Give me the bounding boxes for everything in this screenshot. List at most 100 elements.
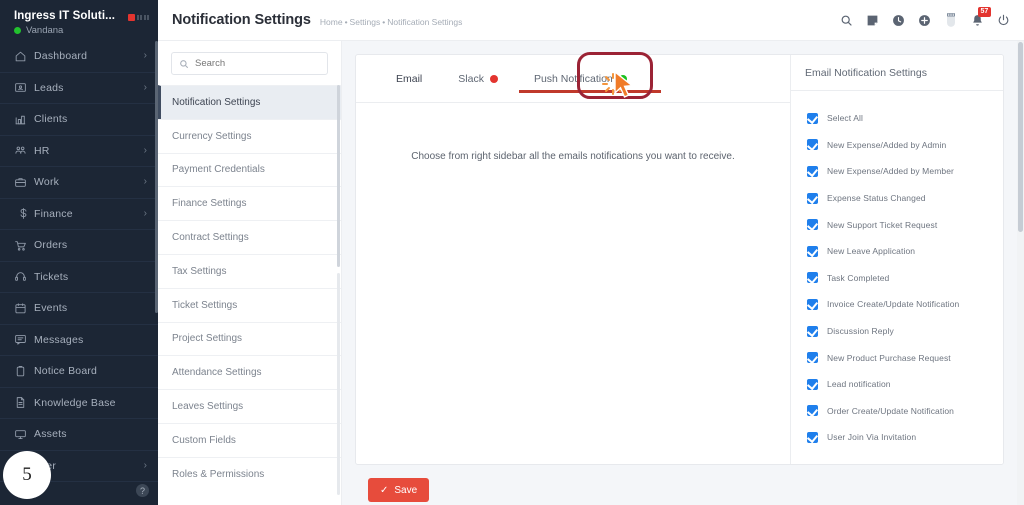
- sidebar-item-orders[interactable]: Orders: [0, 230, 158, 262]
- settings-menu-item-custom-fields[interactable]: Custom Fields: [158, 422, 341, 457]
- settings-scrollbar-track[interactable]: [337, 273, 340, 495]
- sidebar-item-label: Messages: [34, 333, 84, 346]
- sidebar-item-label: Knowledge Base: [34, 396, 116, 409]
- checkbox-checked-icon[interactable]: [807, 298, 818, 310]
- settings-menu-item-label: Ticket Settings: [172, 299, 238, 311]
- sidebar-item-clients[interactable]: Clients: [0, 104, 158, 136]
- sidebar-item-dashboard[interactable]: Dashboard ›: [0, 41, 158, 73]
- tab-slack[interactable]: Slack: [440, 55, 516, 103]
- save-row: ✓ Save: [355, 465, 1004, 502]
- calendar-icon: [14, 302, 34, 315]
- search-input[interactable]: [195, 58, 327, 69]
- notification-settings-card: Email Slack Push Notification Choose from …: [355, 54, 1004, 465]
- sidebar-item-hr[interactable]: HR ›: [0, 136, 158, 167]
- sidebar-item-assets[interactable]: Assets: [0, 419, 158, 451]
- notification-option-row[interactable]: Invoice Create/Update Notification: [791, 291, 1003, 318]
- sidebar-item-label: HR: [34, 144, 50, 157]
- gift-icon[interactable]: [944, 12, 958, 28]
- power-icon[interactable]: [997, 14, 1010, 27]
- settings-menu-item-leaves-settings[interactable]: Leaves Settings: [158, 389, 341, 423]
- settings-search-wrap: [158, 41, 341, 85]
- notification-option-label: Task Completed: [827, 272, 890, 283]
- sidebar-item-leads[interactable]: Leads ›: [0, 73, 158, 104]
- sidebar-item-messages[interactable]: Messages: [0, 325, 158, 356]
- sidebar-item-finance[interactable]: Finance ›: [0, 199, 158, 230]
- settings-menu-item-finance-settings[interactable]: Finance Settings: [158, 186, 341, 220]
- settings-menu-item-label: Currency Settings: [172, 130, 252, 142]
- notification-option-row[interactable]: Task Completed: [791, 265, 1003, 292]
- sidebar-item-notice-board[interactable]: Notice Board: [0, 356, 158, 388]
- topbar-actions: 57: [840, 6, 1010, 28]
- checkbox-checked-icon[interactable]: [807, 325, 818, 337]
- clock-icon[interactable]: [892, 14, 905, 27]
- settings-menu-item-currency-settings[interactable]: Currency Settings: [158, 118, 341, 153]
- settings-menu-item-payment-credentials[interactable]: Payment Credentials: [158, 152, 341, 187]
- notification-option-row[interactable]: New Expense/Added by Member: [791, 158, 1003, 185]
- sidebar-item-label: Orders: [34, 239, 68, 252]
- sidebar-item-knowledge-base[interactable]: Knowledge Base: [0, 388, 158, 419]
- help-icon[interactable]: ?: [136, 484, 149, 497]
- sidebar-item-tickets[interactable]: Tickets: [0, 262, 158, 293]
- page-scrollbar-thumb[interactable]: [1018, 42, 1023, 232]
- email-notification-panel: Email Notification Settings Select All Ne…: [790, 55, 1003, 464]
- save-button[interactable]: ✓ Save: [368, 478, 430, 502]
- dollar-icon: [14, 207, 34, 220]
- checkbox-checked-icon[interactable]: [807, 272, 818, 284]
- checkbox-checked-icon[interactable]: [807, 378, 818, 390]
- settings-menu-item-ticket-settings[interactable]: Ticket Settings: [158, 287, 341, 322]
- topbar: Notification Settings Home • Settings • Noti…: [158, 0, 1024, 41]
- notification-option-row[interactable]: New Expense/Added by Admin: [791, 132, 1003, 159]
- notification-option-row[interactable]: New Leave Application: [791, 238, 1003, 265]
- settings-search-box[interactable]: [171, 52, 328, 75]
- sidebar-item-label: Finance: [34, 207, 73, 220]
- tab-push-notification[interactable]: Push Notification: [516, 55, 645, 103]
- checkbox-checked-icon[interactable]: [807, 431, 818, 443]
- notification-option-row[interactable]: Expense Status Changed: [791, 185, 1003, 212]
- sidebar-item-work[interactable]: Work ›: [0, 167, 158, 199]
- tab-label: Push Notification: [533, 72, 613, 85]
- empty-state-hint: Choose from right sidebar all the emails…: [411, 151, 735, 162]
- user-name: Vandana: [26, 25, 64, 36]
- checkbox-checked-icon[interactable]: [807, 405, 818, 417]
- settings-menu-item-roles-permissions[interactable]: Roles & Permissions: [158, 456, 341, 491]
- note-icon[interactable]: [866, 14, 879, 27]
- settings-menu-item-label: Roles & Permissions: [172, 468, 265, 480]
- sidebar-brand[interactable]: Ingress IT Soluti... Vandana: [0, 0, 158, 41]
- bell-icon[interactable]: 57: [971, 6, 991, 27]
- notification-option-row[interactable]: Select All: [791, 105, 1003, 132]
- checkbox-checked-icon[interactable]: [807, 165, 818, 177]
- checkbox-checked-icon[interactable]: [807, 192, 818, 204]
- notification-option-row[interactable]: New Support Ticket Request: [791, 211, 1003, 238]
- breadcrumb-separator: •: [344, 16, 348, 27]
- settings-menu-item-project-settings[interactable]: Project Settings: [158, 321, 341, 356]
- breadcrumb-item[interactable]: Home: [320, 17, 343, 27]
- search-icon[interactable]: [840, 14, 853, 27]
- notification-option-row[interactable]: Discussion Reply: [791, 318, 1003, 345]
- settings-menu-item-tax-settings[interactable]: Tax Settings: [158, 253, 341, 288]
- notification-option-row[interactable]: Order Create/Update Notification: [791, 398, 1003, 425]
- home-icon: [14, 50, 34, 63]
- brand-logo-icon: [127, 14, 149, 21]
- checkbox-checked-icon[interactable]: [807, 245, 818, 257]
- settings-scrollbar-thumb[interactable]: [337, 85, 340, 267]
- checkbox-checked-icon[interactable]: [807, 352, 818, 364]
- users-icon: [14, 144, 34, 157]
- settings-menu-item-label: Tax Settings: [172, 265, 227, 277]
- settings-menu-item-attendance-settings[interactable]: Attendance Settings: [158, 355, 341, 389]
- settings-menu-item-notification-settings[interactable]: Notification Settings: [158, 85, 341, 119]
- notification-option-row[interactable]: Lead notification: [791, 371, 1003, 398]
- sidebar-item-label: Clients: [34, 113, 68, 126]
- notification-option-row[interactable]: User Join Via Invitation: [791, 424, 1003, 451]
- online-status-icon: [14, 27, 21, 34]
- checkbox-checked-icon[interactable]: [807, 219, 818, 231]
- checkbox-checked-icon[interactable]: [807, 112, 818, 124]
- breadcrumb-item[interactable]: Settings: [350, 17, 381, 27]
- save-button-label: Save: [394, 484, 418, 496]
- tab-email[interactable]: Email: [378, 55, 440, 103]
- sidebar-item-events[interactable]: Events: [0, 293, 158, 325]
- settings-menu-item-contract-settings[interactable]: Contract Settings: [158, 220, 341, 254]
- breadcrumb-item: Notification Settings: [387, 16, 463, 27]
- checkbox-checked-icon[interactable]: [807, 139, 818, 151]
- plus-circle-icon[interactable]: [918, 14, 931, 27]
- notification-option-row[interactable]: New Product Purchase Request: [791, 344, 1003, 371]
